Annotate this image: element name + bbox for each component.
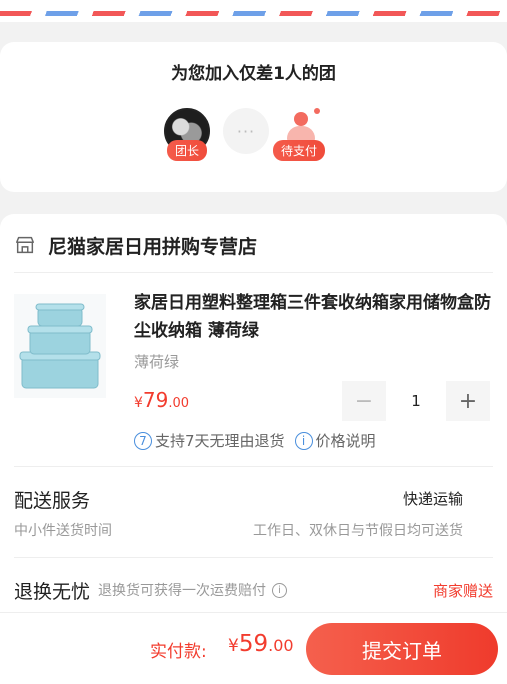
submit-order-button[interactable]: 提交订单	[306, 623, 498, 675]
delivery-method[interactable]: 快递运输	[403, 488, 463, 509]
group-card: 为您加入仅差1人的团 团长 ··· 待支付	[0, 42, 507, 192]
decrease-quantity-button[interactable]: −	[342, 381, 386, 421]
store-icon	[16, 236, 34, 254]
info-icon: i	[294, 431, 313, 450]
pay-label: 实付款:	[150, 642, 207, 662]
increase-quantity-button[interactable]: +	[446, 381, 490, 421]
return-policy[interactable]: 7 支持7天无理由退货	[134, 430, 285, 451]
return-gift-label: 商家赠送	[432, 581, 493, 600]
info-icon[interactable]: i	[272, 582, 288, 598]
store-row[interactable]: 尼猫家居日用拼购专营店	[14, 232, 257, 258]
delivery-title: 配送服务	[14, 490, 91, 512]
divider	[14, 557, 493, 558]
return-title: 退换无忧	[14, 580, 91, 603]
pay-amount: ¥59.00	[228, 631, 294, 657]
product-title[interactable]: 家居日用塑料整理箱三件套收纳箱家用储物盒防尘收纳箱 薄荷绿	[134, 289, 494, 345]
group-title: 为您加入仅差1人的团	[171, 64, 336, 84]
policy-row: 7 支持7天无理由退货 i 价格说明	[134, 430, 386, 451]
store-name: 尼猫家居日用拼购专营店	[48, 235, 258, 258]
checkout-bar: 实付款: ¥59.00 提交订单	[0, 612, 507, 684]
more-members-placeholder: ···	[219, 108, 273, 162]
delivery-subtitle: 中小件送货时间	[14, 523, 112, 539]
delivery-days: 工作日、双休日与节假日均可送货	[253, 523, 463, 539]
group-leader-avatar[interactable]: 团长	[160, 108, 214, 162]
product-image[interactable]	[14, 294, 106, 398]
return-policy-label: 支持7天无理由退货	[155, 432, 285, 450]
seven-day-icon: 7	[134, 431, 152, 450]
divider	[14, 466, 493, 467]
return-service-row[interactable]: 退换无忧 退换货可获得一次运费赔付 i 商家赠送	[14, 575, 493, 605]
divider	[14, 272, 493, 273]
waiting-badge: 待支付	[272, 140, 326, 161]
quantity-value[interactable]: 1	[387, 381, 445, 421]
price-explanation[interactable]: i 价格说明	[294, 430, 376, 451]
leader-badge: 团长	[166, 140, 208, 161]
return-desc: 退换货可获得一次运费赔付	[98, 583, 267, 599]
price-explanation-label: 价格说明	[315, 432, 376, 450]
airmail-border	[0, 0, 507, 22]
waiting-member-avatar: 待支付	[272, 108, 326, 162]
product-price: ¥79.00	[134, 388, 190, 412]
more-dots-icon: ···	[223, 108, 269, 154]
quantity-stepper: − 1 +	[342, 381, 490, 421]
airmail-stripe	[0, 11, 506, 16]
product-spec: 薄荷绿	[134, 353, 180, 371]
